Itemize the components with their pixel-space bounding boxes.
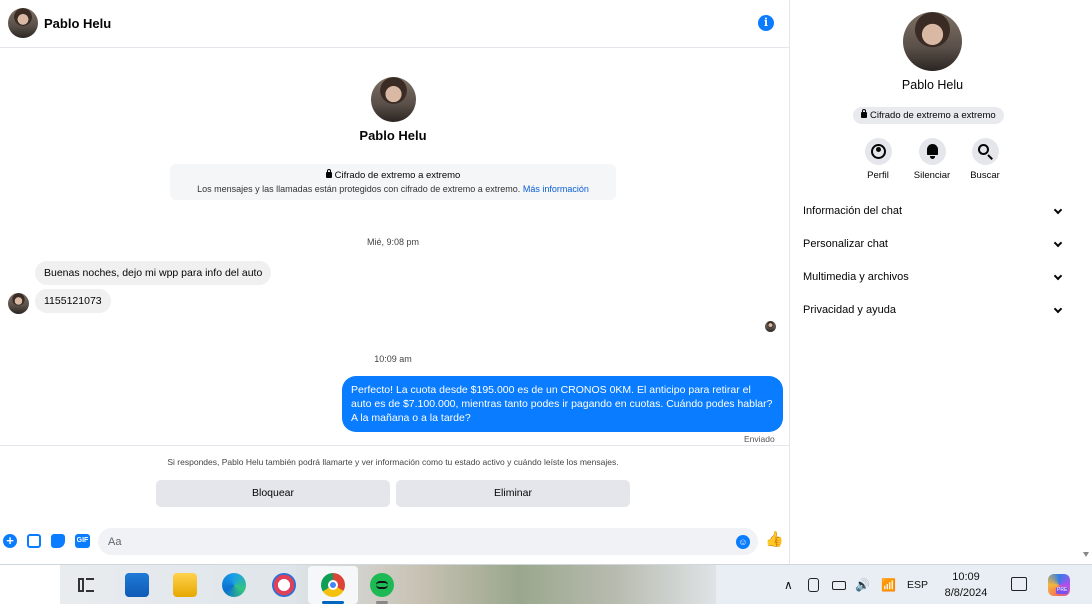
camera-icon[interactable]	[808, 578, 819, 592]
language-indicator[interactable]: ESP	[907, 565, 928, 604]
panel-contact-name: Pablo Helu	[901, 78, 964, 92]
sticker-icon[interactable]	[51, 534, 65, 548]
reply-notice: Si respondes, Pablo Helu también podrá l…	[167, 457, 619, 467]
chevron-down-icon	[1053, 271, 1063, 281]
section-media-files[interactable]: Multimedia y archivos	[803, 267, 1063, 287]
timestamp: Mié, 9:08 pm	[366, 237, 420, 247]
search-label: Buscar	[970, 170, 1000, 181]
mute-button[interactable]: Silenciar	[907, 138, 957, 181]
image-icon[interactable]	[27, 534, 41, 548]
lock-icon	[861, 109, 867, 118]
chrome-icon[interactable]	[321, 573, 345, 597]
profile-label: Perfil	[867, 170, 889, 181]
more-info-link[interactable]: Más información	[523, 184, 589, 194]
chevron-down-icon	[1053, 238, 1063, 248]
thumbs-up-icon[interactable]: 👍	[765, 532, 784, 548]
search-button[interactable]: Buscar	[960, 138, 1010, 181]
profile-button[interactable]: Perfil	[853, 138, 903, 181]
intro-avatar	[371, 77, 416, 122]
delete-button[interactable]: Eliminar	[396, 480, 630, 507]
edge-icon[interactable]	[222, 573, 246, 597]
section-chat-info[interactable]: Información del chat	[803, 201, 1063, 221]
panel-avatar	[903, 12, 962, 71]
volume-icon[interactable]: 🔊	[855, 578, 870, 592]
chat-header: Pablo Helu i	[0, 0, 790, 48]
spotify-icon[interactable]	[370, 573, 394, 597]
show-hidden-icons[interactable]: ∧	[784, 565, 793, 604]
clock-time: 10:09	[952, 571, 980, 583]
snipping-tool-icon[interactable]	[272, 573, 296, 597]
timestamp: 10:09 am	[374, 354, 412, 364]
intro-name: Pablo Helu	[359, 128, 427, 143]
search-icon	[971, 138, 999, 165]
mail-icon[interactable]	[125, 573, 149, 597]
emoji-icon[interactable]: ☺	[736, 535, 750, 549]
seen-indicator-avatar	[765, 321, 776, 332]
taskbar: ∧ 🔊 📶 ESP 10:09 8/8/2024	[0, 564, 1092, 604]
message-input[interactable]	[98, 528, 758, 555]
clock-date: 8/8/2024	[944, 587, 988, 599]
encryption-title: Cifrado de extremo a extremo	[334, 170, 461, 181]
info-icon[interactable]: i	[758, 15, 774, 31]
incoming-message[interactable]: Buenas noches, dejo mi wpp para info del…	[35, 261, 272, 285]
composer: + GIF ☺ 👍	[0, 526, 790, 558]
chat-details-panel: Pablo Helu Cifrado de extremo a extremo …	[791, 0, 1092, 564]
chat-window: Pablo Helu i Pablo Helu Cifrado de extre…	[0, 0, 790, 564]
copilot-icon[interactable]	[1048, 574, 1070, 596]
incoming-message[interactable]: 1155121073	[35, 289, 111, 313]
contact-avatar[interactable]	[8, 8, 38, 38]
section-privacy-help[interactable]: Privacidad y ayuda	[803, 300, 1063, 320]
scroll-down-arrow[interactable]	[1083, 552, 1089, 557]
gif-icon[interactable]: GIF	[75, 534, 90, 548]
section-customize-chat[interactable]: Personalizar chat	[803, 234, 1063, 254]
task-view-icon[interactable]	[74, 573, 98, 597]
mute-label: Silenciar	[913, 170, 951, 181]
clock[interactable]: 10:09 8/8/2024	[935, 569, 997, 601]
taskbar-search-area[interactable]	[0, 565, 60, 604]
sender-avatar	[8, 293, 29, 314]
notification-icon[interactable]	[1011, 577, 1027, 591]
wifi-icon[interactable]: 📶	[881, 578, 896, 592]
outgoing-message[interactable]: Perfecto! La cuota desde $195.000 es de …	[342, 376, 783, 432]
block-button[interactable]: Bloquear	[156, 480, 390, 507]
encryption-notice: Cifrado de extremo a extremo Los mensaje…	[170, 164, 616, 200]
divider	[0, 445, 790, 446]
bell-icon	[918, 138, 946, 165]
encryption-desc: Los mensajes y las llamadas están proteg…	[197, 184, 521, 194]
battery-icon[interactable]	[832, 581, 846, 590]
encryption-badge[interactable]: Cifrado de extremo a extremo	[853, 107, 1004, 124]
plus-icon[interactable]: +	[3, 534, 17, 548]
chevron-down-icon	[1053, 304, 1063, 314]
chevron-down-icon	[1053, 205, 1063, 215]
lock-icon	[325, 169, 332, 178]
person-icon	[864, 138, 892, 165]
sent-status: Enviado	[744, 434, 775, 444]
file-explorer-icon[interactable]	[173, 573, 197, 597]
contact-name[interactable]: Pablo Helu	[44, 16, 111, 31]
